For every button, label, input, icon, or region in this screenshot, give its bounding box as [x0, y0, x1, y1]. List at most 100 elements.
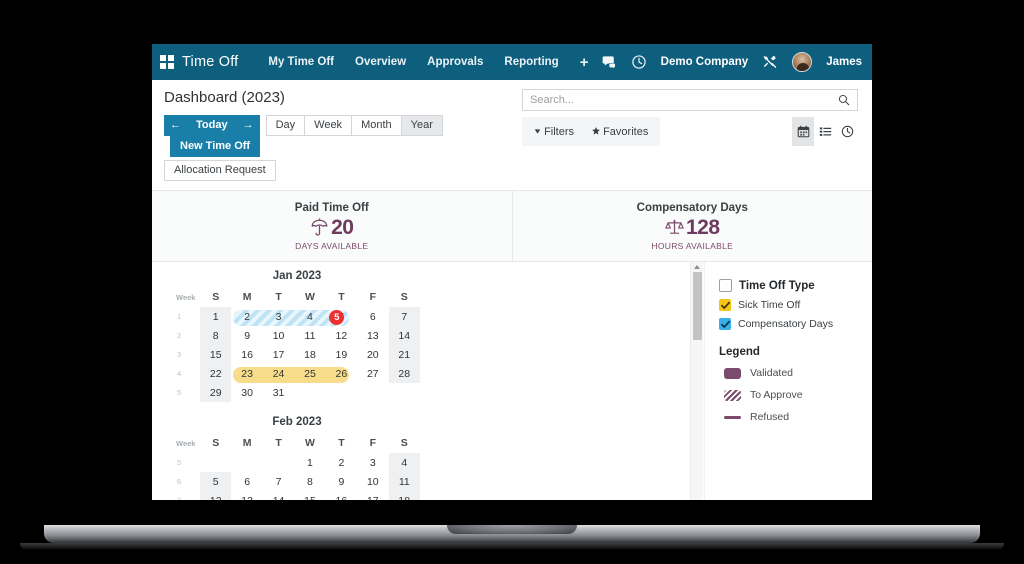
calendar-day-cell[interactable]: 28: [388, 364, 420, 383]
week-column-header: Week: [176, 292, 196, 302]
calendar-day-cell[interactable]: 8: [200, 326, 232, 345]
calendar-day-cell[interactable]: 15: [200, 345, 232, 364]
next-period-button[interactable]: →: [236, 115, 260, 136]
week-number[interactable]: 5: [174, 383, 200, 402]
calendar-day-cell[interactable]: 10: [263, 326, 294, 345]
compensatory-days-checkbox[interactable]: [719, 318, 731, 330]
calendar-day-cell[interactable]: 18: [388, 491, 420, 500]
nav-item-reporting[interactable]: Reporting: [504, 56, 558, 68]
scale-month-button[interactable]: Month: [351, 115, 402, 136]
activity-view-icon[interactable]: [836, 117, 858, 146]
calendar-day-cell[interactable]: 3: [357, 453, 388, 472]
calendar-day-cell[interactable]: 15: [294, 491, 325, 501]
scrollbar-thumb[interactable]: [693, 272, 702, 340]
calendar-day-cell[interactable]: 29: [200, 383, 232, 402]
calendar-day-cell[interactable]: 20: [357, 345, 388, 364]
nav-item-my-time-off[interactable]: My Time Off: [268, 56, 334, 68]
calendar-day-cell[interactable]: 21: [388, 345, 420, 364]
calendar-day-cell[interactable]: 4: [388, 453, 420, 472]
week-number[interactable]: 1: [174, 307, 200, 326]
calendar-day-cell[interactable]: 18: [294, 345, 325, 364]
calendar-panel: Jan 2023WeekSMTWTFS112345672891011121314…: [152, 262, 704, 500]
list-view-icon[interactable]: [814, 117, 836, 146]
nav-item-approvals[interactable]: Approvals: [427, 56, 483, 68]
filter-compensatory-days[interactable]: Compensatory Days: [719, 318, 860, 330]
stat-card-compensatory-days: Compensatory Days 128 HOURS AVAILABLE: [511, 191, 873, 261]
calendar-day-cell[interactable]: 1: [200, 307, 232, 326]
chat-bubble-icon[interactable]: [601, 54, 617, 70]
calendar-day-cell[interactable]: 13: [357, 326, 388, 345]
calendar-day-cell[interactable]: 12: [200, 491, 232, 500]
calendar-day-cell[interactable]: 7: [388, 307, 420, 326]
calendar-day-cell[interactable]: 5: [200, 472, 232, 491]
calendar-day-cell[interactable]: 14: [263, 491, 294, 501]
today-button[interactable]: Today: [186, 115, 238, 136]
sick-time-off-checkbox[interactable]: [719, 299, 731, 311]
app-brand-title[interactable]: Time Off: [182, 54, 238, 70]
scale-year-button[interactable]: Year: [400, 115, 443, 136]
filter-sick-time-off[interactable]: Sick Time Off: [719, 299, 860, 311]
day-number: 7: [275, 475, 282, 488]
search-box[interactable]: [522, 89, 858, 111]
scale-day-button[interactable]: Day: [265, 115, 306, 136]
calendar-day-cell[interactable]: 11: [388, 472, 420, 491]
week-number[interactable]: 2: [174, 326, 200, 345]
calendar-day-cell[interactable]: 11: [294, 326, 325, 345]
stat-title: Paid Time Off: [294, 201, 369, 214]
day-number: 24: [272, 367, 285, 380]
calendar-day-cell[interactable]: 13: [231, 491, 262, 501]
calendar-scrollbar[interactable]: [690, 262, 703, 500]
user-avatar[interactable]: [792, 52, 813, 72]
calendar-day-cell[interactable]: 16: [231, 345, 262, 364]
calendar-day-cell[interactable]: 17: [357, 491, 388, 501]
time-off-type-header[interactable]: Time Off Type: [719, 279, 860, 292]
week-number[interactable]: 6: [174, 472, 200, 491]
search-input[interactable]: [530, 94, 838, 106]
legend-label: To Approve: [750, 389, 803, 401]
calendar-day-cell[interactable]: 19: [326, 345, 357, 364]
calendar-month: Jan 2023WeekSMTWTFS112345672891011121314…: [174, 270, 420, 402]
filters-dropdown[interactable]: Filters: [534, 126, 574, 138]
day-number: 4: [307, 310, 313, 323]
week-number[interactable]: 4: [174, 364, 200, 383]
calendar-day-cell[interactable]: 6: [231, 472, 262, 491]
calendar-day-cell[interactable]: 6: [357, 307, 388, 326]
calendar-day-cell[interactable]: 9: [231, 326, 262, 345]
calendar-day-cell[interactable]: 1: [294, 453, 325, 472]
time-off-type-checkbox[interactable]: [719, 279, 732, 292]
scales-icon: [665, 219, 684, 234]
scale-week-button[interactable]: Week: [304, 115, 353, 136]
allocation-request-button[interactable]: Allocation Request: [164, 160, 276, 181]
company-name[interactable]: Demo Company: [661, 56, 749, 68]
calendar-day-cell[interactable]: 16: [326, 491, 357, 501]
tools-icon[interactable]: [762, 54, 778, 70]
calendar-day-cell[interactable]: 22: [200, 364, 232, 383]
calendar-day-cell[interactable]: 10: [357, 472, 388, 491]
new-time-off-button[interactable]: New Time Off: [170, 136, 261, 157]
search-icon[interactable]: [838, 94, 850, 106]
day-number: 9: [338, 475, 345, 488]
nav-item-overview[interactable]: Overview: [355, 56, 406, 68]
calendar-day-cell[interactable]: 9: [326, 472, 357, 491]
week-number[interactable]: 3: [174, 345, 200, 364]
calendar-day-cell[interactable]: 27: [357, 364, 388, 383]
user-name[interactable]: James: [826, 56, 862, 68]
calendar-day-cell[interactable]: 14: [388, 326, 420, 345]
calendar-day-cell[interactable]: 30: [231, 383, 262, 402]
calendar-day-cell[interactable]: 12: [326, 326, 357, 345]
week-number[interactable]: 7: [174, 491, 200, 500]
day-number: 17: [367, 495, 379, 501]
calendar-day-cell[interactable]: 31: [263, 383, 294, 402]
nav-item-add[interactable]: +: [580, 54, 589, 71]
calendar-day-cell[interactable]: 2: [326, 453, 357, 472]
week-number[interactable]: 5: [174, 453, 200, 472]
scroll-up-arrow-icon[interactable]: [694, 265, 700, 269]
calendar-day-cell[interactable]: 17: [263, 345, 294, 364]
clock-icon[interactable]: [631, 54, 647, 70]
grid-apps-icon[interactable]: [160, 55, 174, 69]
calendar-day-cell[interactable]: 8: [294, 472, 325, 491]
favorites-dropdown[interactable]: Favorites: [592, 126, 648, 138]
previous-period-button[interactable]: ←: [164, 115, 187, 136]
calendar-day-cell[interactable]: 7: [263, 472, 294, 491]
calendar-view-icon[interactable]: [792, 117, 814, 146]
